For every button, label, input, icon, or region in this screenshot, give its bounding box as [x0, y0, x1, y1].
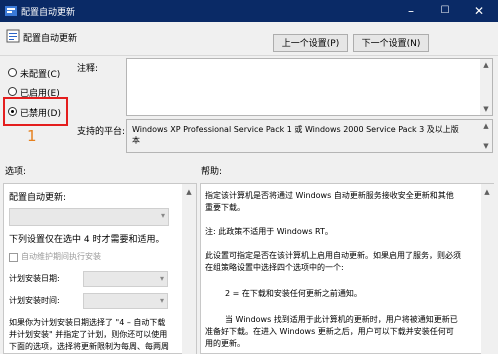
help-label: 帮助: [201, 167, 223, 177]
previous-setting-button[interactable]: 上一个设置(P) [273, 34, 348, 52]
comment-label: 注释: [77, 64, 99, 74]
scroll-up-icon[interactable]: ▲ [183, 186, 195, 198]
chevron-down-icon: ▾ [159, 274, 164, 283]
platform-text-line1: Windows XP Professional Service Pack 1 或… [132, 125, 459, 134]
options-scrollbar[interactable]: ▲ [182, 184, 196, 354]
help-p5-line2: 准备好下载。在进入 Windows 更新之后，用户可以下载并安装任何可 [205, 327, 454, 336]
header-divider [0, 55, 498, 56]
scroll-down-icon[interactable]: ▼ [480, 140, 492, 152]
policy-app-icon [5, 6, 17, 16]
scroll-up-icon[interactable]: ▲ [481, 186, 493, 198]
annotation-number: 1 [27, 127, 37, 145]
title-bar: 配置自动更新 – ☐ ✕ [0, 0, 498, 22]
configure-update-dropdown[interactable]: ▾ [9, 208, 169, 226]
maximize-button[interactable]: ☐ [428, 0, 462, 22]
scroll-up-icon[interactable]: ▲ [480, 59, 492, 71]
comment-textarea[interactable]: ▲ ▼ [126, 58, 493, 116]
help-p5-line3: 用的更新。 [205, 339, 245, 348]
radio-not-configured-circle[interactable] [8, 68, 17, 77]
platform-label: 支持的平台: [77, 127, 126, 137]
platform-text-line2: 本 [132, 136, 140, 145]
help-p1-line2: 重要下载。 [205, 203, 245, 212]
help-p3-line2: 在组策略设置中选择四个选项中的一个: [205, 263, 344, 272]
radio-not-configured[interactable]: 未配置(C) [8, 67, 78, 80]
options-label: 选项: [5, 167, 27, 177]
help-p2: 注: 此政策不适用于 Windows RT。 [205, 227, 333, 236]
options-pane: 配置自动更新: ▾ 下列设置仅在选中 4 时才需要和适用。 自动维护期间执行安装… [3, 183, 197, 354]
help-p1-line1: 指定该计算机是否将通过 Windows 自动更新服务接收安全更新和其他 [205, 191, 454, 200]
help-pane: 指定该计算机是否将通过 Windows 自动更新服务接收安全更新和其他 重要下载… [200, 183, 494, 354]
options-para-line3: 下面的选项，选择将更新限制为每周、每两周 [9, 342, 169, 351]
options-para-line1: 如果你为计划安装日期选择了 "4 – 自动下载 [9, 318, 166, 327]
options-para-line2: 并计划安装" 并指定了计划，则你还可以使用 [9, 330, 168, 339]
chevron-down-icon: ▾ [160, 211, 165, 220]
window-title: 配置自动更新 [21, 8, 76, 18]
close-button[interactable]: ✕ [462, 0, 496, 22]
schedule-time-dropdown[interactable]: ▾ [83, 293, 168, 309]
setting-title: 配置自动更新 [23, 34, 78, 44]
maintenance-install-checkbox[interactable] [9, 253, 18, 262]
minimize-button[interactable]: – [394, 0, 428, 22]
radio-not-configured-label: 未配置(C) [20, 70, 61, 80]
comment-scrollbar[interactable]: ▲ ▼ [480, 59, 492, 115]
maintenance-install-label: 自动维护期间执行安装 [21, 252, 101, 261]
help-p4: 2 = 在下载和安装任何更新之前通知。 [225, 289, 362, 298]
help-scrollbar[interactable]: ▲ [481, 184, 494, 354]
setting-icon [6, 29, 20, 43]
radio-enabled-circle[interactable] [8, 87, 17, 96]
scroll-up-icon[interactable]: ▲ [480, 120, 492, 132]
chevron-down-icon: ▾ [159, 296, 164, 305]
help-p5-line1: 当 Windows 找到适用于此计算机的更新时，用户将被通知更新已 [225, 315, 458, 324]
schedule-day-label: 计划安装日期: [9, 274, 60, 283]
help-p3-line1: 此设置可指定是否在该计算机上启用自动更新。如果启用了服务，则必须 [205, 251, 461, 260]
scroll-down-icon[interactable]: ▼ [480, 103, 492, 115]
platform-scrollbar[interactable]: ▲ ▼ [480, 120, 492, 152]
list-note: 下列设置仅在选中 4 时才需要和适用。 [9, 235, 165, 245]
schedule-time-label: 计划安装时间: [9, 296, 60, 305]
next-setting-button[interactable]: 下一个设置(N) [353, 34, 429, 52]
configure-update-label: 配置自动更新: [9, 193, 67, 203]
platform-box: Windows XP Professional Service Pack 1 或… [126, 119, 493, 153]
highlight-box [3, 97, 68, 126]
schedule-day-dropdown[interactable]: ▾ [83, 271, 168, 287]
